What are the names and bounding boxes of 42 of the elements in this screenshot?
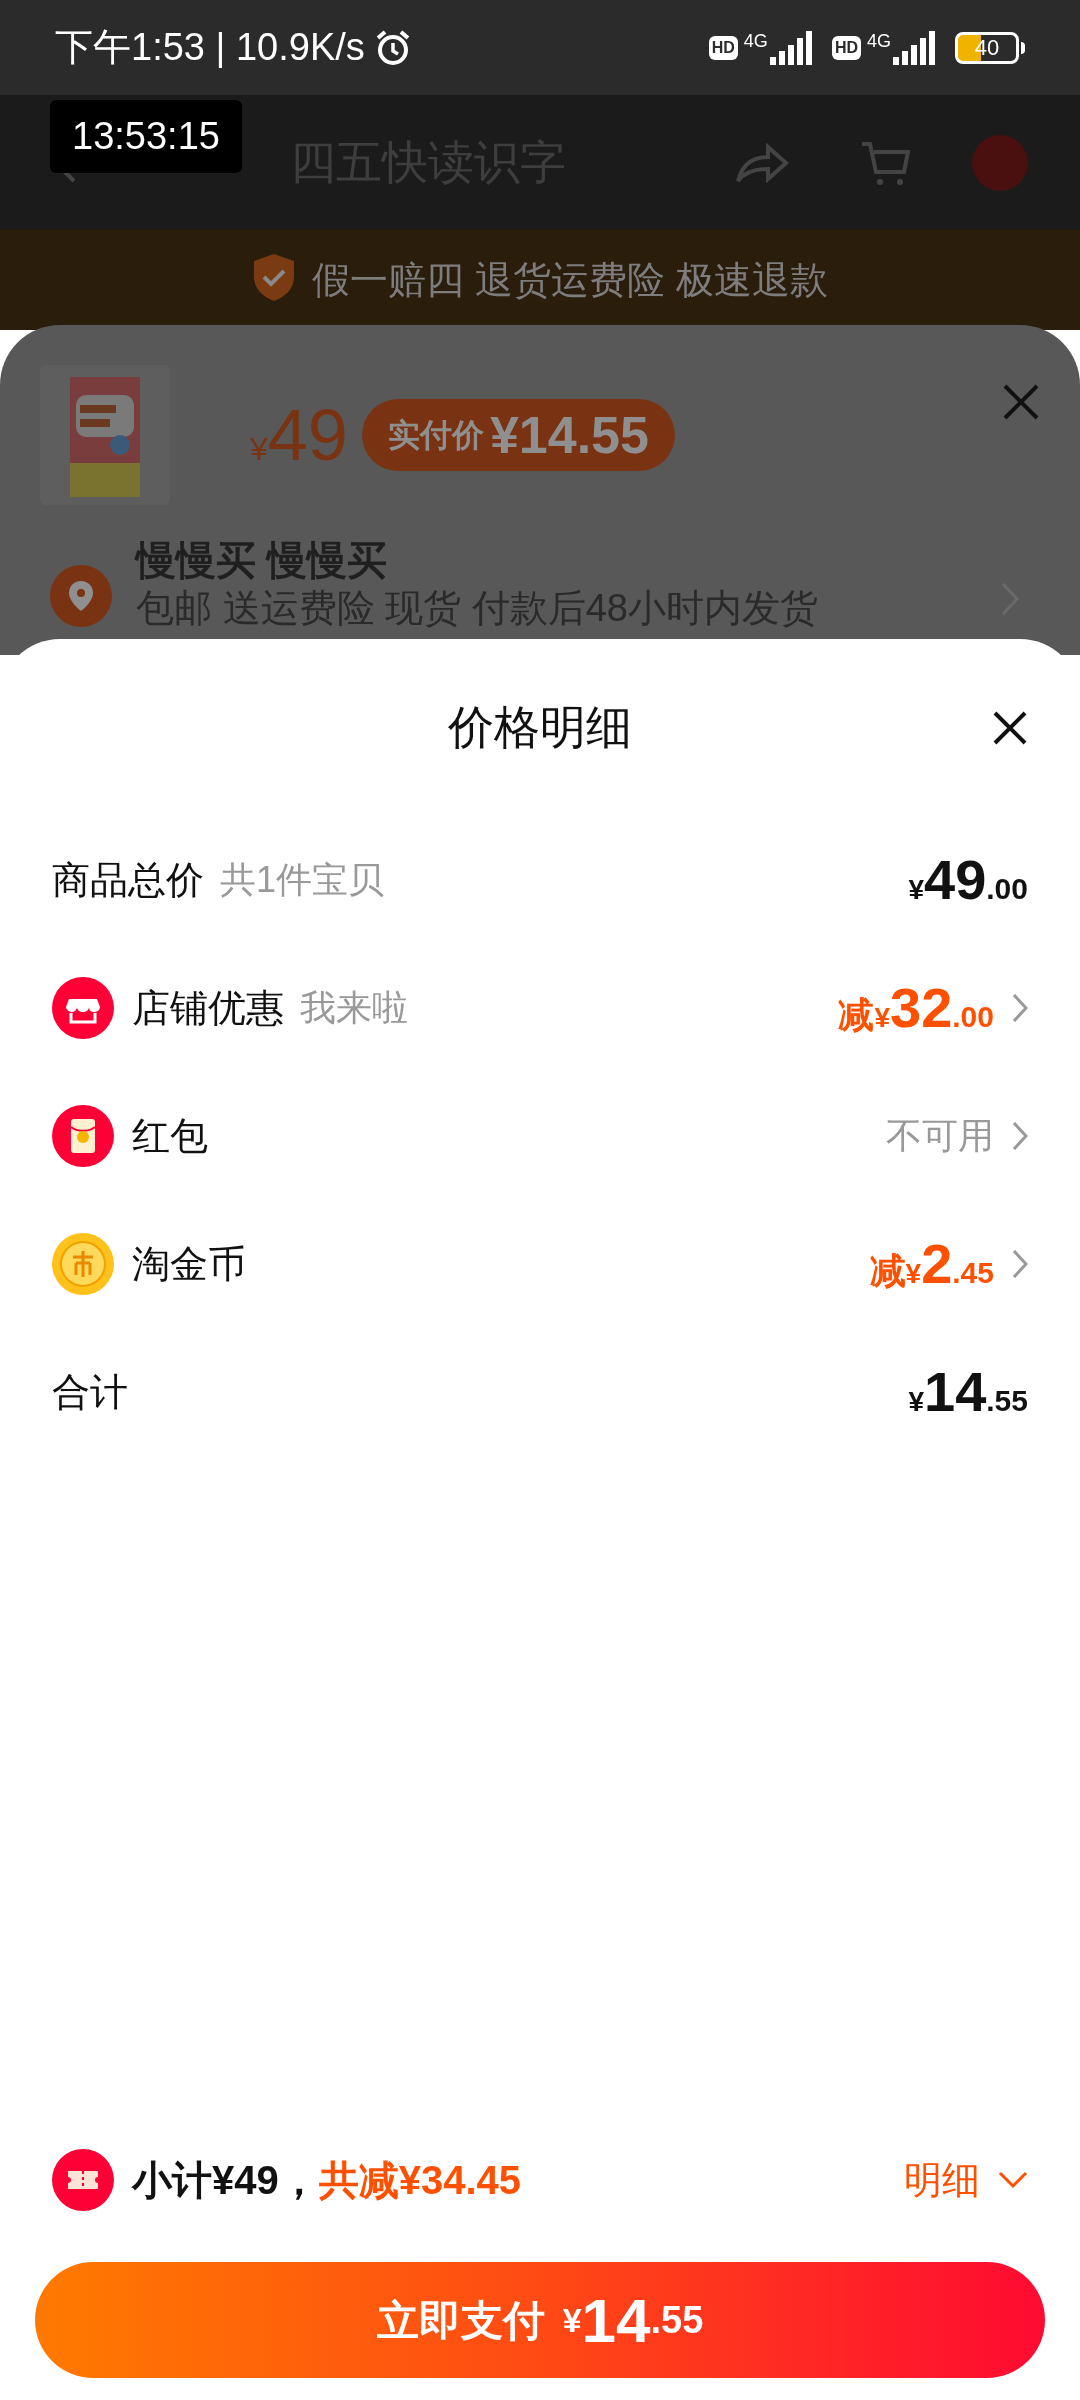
row-value[interactable]: 减¥32.00 [838,966,994,1050]
row-value: ¥49.00 [908,847,1028,913]
row-label: 红包 [132,1113,208,1159]
chevron-right-icon[interactable] [1012,1121,1028,1151]
row-value: ¥14.55 [908,1359,1028,1425]
row-label: 商品总价 [52,857,204,903]
address-name: 慢慢买 慢慢买 [136,537,389,584]
total-discount-text: 共减¥34.45 [318,2157,522,2204]
envelope-icon [52,1105,114,1167]
network-label: 4G [867,30,891,53]
row-label: 合计 [52,1369,128,1415]
row-label: 淘金币 [132,1241,246,1287]
actual-price-badge: 实付价¥14.55 [361,399,675,471]
product-price: ¥49 [250,394,348,477]
status-time: 下午1:53 | 10.9K/s [55,25,365,70]
guarantee-text: 假一赔四 退货运费险 极速退款 [312,258,828,303]
pay-now-button[interactable]: 立即支付 ¥14.55 [35,2262,1045,2378]
ticket-icon [52,2149,114,2211]
sheet-title: 价格明细 [448,700,632,755]
row-value[interactable]: 不可用 [886,1109,994,1163]
row-note: 共1件宝贝 [220,858,385,902]
battery-tip [1021,41,1025,54]
coin-icon [52,1233,114,1295]
close-icon[interactable] [992,709,1028,746]
location-pin-icon [50,565,112,627]
share-icon[interactable] [734,140,790,185]
hd-badge: HD [831,35,861,60]
chevron-icon [998,2171,1028,2189]
signal-icon [893,30,937,65]
row-label: 店铺优惠 [132,985,284,1031]
details-toggle[interactable]: 明细 [904,2151,1028,2209]
subtotal-text: 小计¥49， [132,2157,319,2204]
chevron-right-icon[interactable] [1012,1249,1028,1279]
shield-check-icon [252,252,297,302]
network-label: 4G [743,30,768,53]
chevron-right-icon[interactable] [1012,993,1028,1023]
hd-badge: HD [708,35,738,60]
row-value[interactable]: 减¥2.45 [869,1222,994,1306]
row-note: 我来啦 [300,986,408,1030]
shop-icon [52,977,114,1039]
signal-icon [769,30,814,65]
time-overlay: 13:53:15 [50,100,242,173]
